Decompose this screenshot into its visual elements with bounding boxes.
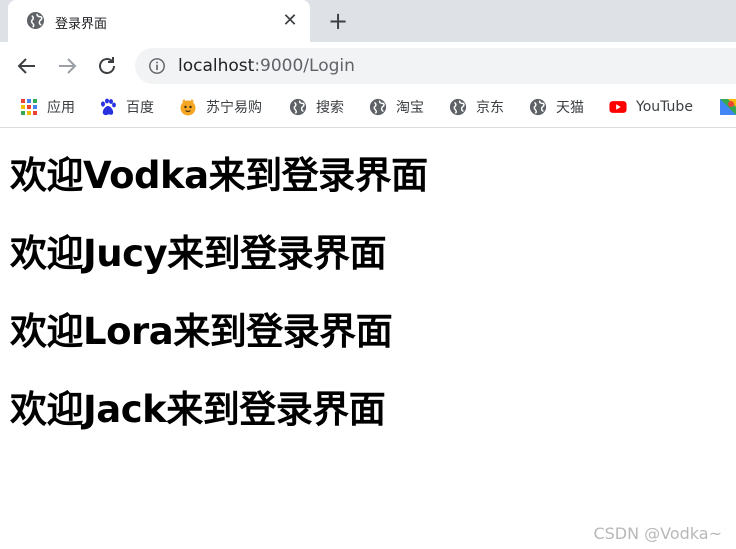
info-icon[interactable] <box>148 57 166 75</box>
back-arrow-icon[interactable] <box>15 54 39 78</box>
baidu-paw-icon <box>101 98 116 116</box>
watermark-text: CSDN @Vodka~ <box>593 524 722 543</box>
globe-icon <box>529 98 547 116</box>
bookmark-tmall[interactable]: 天猫 <box>529 96 584 118</box>
welcome-heading: 欢迎Jack来到登录界面 <box>10 388 386 431</box>
url-path: :9000/Login <box>254 56 355 76</box>
welcome-heading: 欢迎Vodka来到登录界面 <box>10 154 428 197</box>
browser-toolbar: localhost:9000/Login <box>0 42 736 89</box>
bookmark-taobao[interactable]: 淘宝 <box>369 96 424 118</box>
bookmark-label: 淘宝 <box>396 100 424 116</box>
page-content: 欢迎Vodka来到登录界面 欢迎Jucy来到登录界面 欢迎Lora来到登录界面 … <box>0 129 736 549</box>
address-bar[interactable]: localhost:9000/Login <box>135 48 736 84</box>
tab-close-icon[interactable]: ✕ <box>279 10 301 32</box>
bookmark-maps-partial[interactable] <box>719 96 736 118</box>
bookmark-search[interactable]: 搜索 <box>289 96 344 118</box>
globe-icon <box>289 98 307 116</box>
bookmark-label: YouTube <box>636 99 693 115</box>
bookmark-label: 应用 <box>47 100 75 116</box>
apps-grid-icon <box>21 99 37 115</box>
suning-icon <box>180 99 196 116</box>
bookmark-label: 京东 <box>476 100 504 116</box>
bookmark-youtube[interactable]: YouTube <box>609 96 693 118</box>
youtube-icon <box>609 101 627 113</box>
bookmark-suning[interactable]: 苏宁易购 <box>179 96 262 118</box>
url-host: localhost <box>178 56 255 76</box>
bookmark-apps[interactable]: 应用 <box>20 96 75 118</box>
globe-icon <box>449 98 467 116</box>
globe-icon <box>369 98 387 116</box>
bookmark-label: 百度 <box>126 100 154 116</box>
url-text[interactable]: localhost:9000/Login <box>178 56 355 76</box>
forward-arrow-icon[interactable] <box>55 54 79 78</box>
new-tab-button[interactable]: + <box>325 8 351 34</box>
bookmark-jd[interactable]: 京东 <box>449 96 504 118</box>
maps-icon <box>720 99 736 115</box>
tab-title: 登录界面 <box>55 17 108 32</box>
bookmark-label: 苏宁易购 <box>206 100 262 116</box>
globe-icon <box>26 11 45 30</box>
bookmarks-bar: 应用 百度 苏宁易购 搜索 淘宝 京东 天猫 YouTube <box>0 89 736 128</box>
tab-login[interactable]: 登录界面 ✕ <box>8 0 310 42</box>
bookmark-label: 搜索 <box>316 100 344 116</box>
bookmark-label: 天猫 <box>556 100 584 116</box>
bookmark-baidu[interactable]: 百度 <box>99 96 154 118</box>
reload-icon[interactable] <box>95 54 119 78</box>
welcome-heading: 欢迎Jucy来到登录界面 <box>10 232 387 275</box>
tab-strip: 登录界面 ✕ + <box>0 0 736 42</box>
welcome-heading: 欢迎Lora来到登录界面 <box>10 310 393 353</box>
